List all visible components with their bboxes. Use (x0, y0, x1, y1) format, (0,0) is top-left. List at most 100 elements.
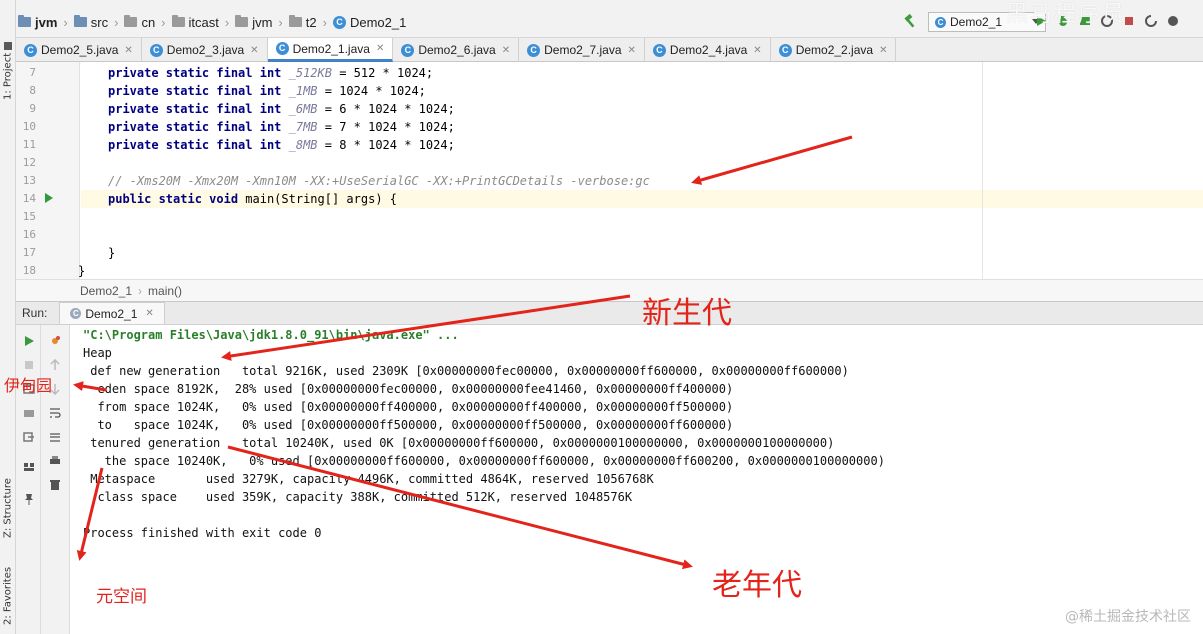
console-line: the space 10240K, 0% used [0x00000000ff6… (83, 454, 885, 468)
close-icon[interactable]: ✕ (376, 43, 384, 54)
code-constant: _6MB (288, 102, 318, 116)
project-tool-label: 1: Project (2, 52, 14, 101)
favorites-tool-label: 2: Favorites (2, 566, 14, 626)
code-constant: _1MB (288, 84, 318, 98)
close-icon[interactable]: ✕ (502, 45, 510, 56)
code-line: private static final int _6MB = 6 * 1024… (108, 102, 455, 116)
structure-tool-tab[interactable]: Z: Structure (0, 470, 16, 546)
console-line: Process finished with exit code 0 (83, 526, 322, 540)
print-icon[interactable] (49, 455, 61, 467)
tab-label: Demo2_6.java (418, 43, 496, 57)
code-keywords: private static final int (108, 84, 289, 98)
class-icon: C (935, 16, 946, 28)
export-icon[interactable] (23, 431, 35, 443)
soft-wrap-icon[interactable] (49, 407, 61, 419)
close-icon[interactable]: ✕ (753, 45, 761, 56)
stop-icon[interactable] (23, 359, 35, 371)
favorites-tool-tab[interactable]: 2: Favorites (0, 560, 16, 632)
chevron-right-icon: › (224, 14, 230, 30)
code-editor[interactable]: 7 8 9 10 11 12 13 14 15 16 17 18 private… (16, 62, 1203, 279)
code-keywords: private static final int (108, 138, 289, 152)
close-icon[interactable]: ✕ (124, 45, 132, 56)
update-icon[interactable] (1144, 14, 1158, 28)
line-number: 9 (29, 102, 36, 115)
code-expression: = 1024 * 1024; (317, 84, 426, 98)
chevron-right-icon: › (278, 14, 283, 30)
pin-icon[interactable] (23, 493, 35, 505)
editor-tab[interactable]: C Demo2_4.java ✕ (645, 38, 771, 62)
close-icon[interactable]: ✕ (879, 45, 887, 56)
run-panel-label: Run: (22, 306, 48, 320)
run-tab[interactable]: C Demo2_1 ✕ (59, 302, 165, 324)
editor-gutter: 7 8 9 10 11 12 13 14 15 16 17 18 (16, 62, 80, 279)
class-icon: C (652, 43, 666, 57)
editor-tab[interactable]: C Demo2_2.java ✕ (771, 38, 897, 62)
folder-icon (18, 15, 31, 27)
editor-breadcrumb: Demo2_1 › main() (16, 279, 1203, 301)
rerun-icon[interactable] (23, 335, 35, 347)
tab-label: Demo2_2.java (795, 43, 874, 57)
run-gutter-icon[interactable] (45, 193, 53, 203)
breadcrumb-item[interactable]: jvm › (18, 15, 68, 30)
class-icon: C (401, 43, 415, 57)
console-line: Metaspace used 3279K, capacity 4496K, co… (83, 472, 654, 486)
arrow-up-icon[interactable] (49, 359, 61, 371)
class-icon: C (778, 43, 792, 57)
run-config-label: Demo2_1 (950, 15, 1003, 29)
breadcrumb-label: src (90, 14, 109, 30)
console-line: Heap (83, 346, 112, 360)
tab-label: Demo2_3.java (166, 43, 245, 57)
main-signature: main(String[] args) { (245, 192, 397, 206)
run-panel-header: Run: C Demo2_1 ✕ (16, 301, 1203, 325)
breadcrumb-item[interactable]: itcast › (171, 14, 230, 30)
line-number: 7 (29, 66, 36, 79)
code-constant: _512KB (288, 66, 332, 80)
editor-tab[interactable]: C Demo2_7.java ✕ (519, 38, 645, 62)
editor-crumb-class[interactable]: Demo2_1 (80, 284, 132, 298)
build-hammer-icon[interactable] (904, 14, 918, 28)
package-icon (235, 15, 249, 27)
code-line: public static void main(String[] args) { (108, 192, 397, 206)
console-line: class space used 359K, capacity 388K, co… (83, 490, 633, 504)
chevron-right-icon: › (322, 14, 327, 30)
code-keywords: private static final int (108, 120, 289, 134)
editor-tab[interactable]: C Demo2_3.java ✕ (142, 38, 268, 62)
layout-icon[interactable] (23, 461, 35, 473)
close-icon[interactable]: ✕ (145, 308, 153, 319)
chevron-right-icon: › (114, 14, 119, 30)
breadcrumb-item[interactable]: jvm › (235, 15, 283, 30)
chevron-right-icon: › (161, 14, 166, 30)
code-line: private static final int _7MB = 7 * 1024… (108, 120, 455, 134)
project-tool-tab[interactable]: 1: Project (0, 40, 16, 102)
tab-label: Demo2_1.java (292, 41, 370, 56)
close-icon[interactable]: ✕ (250, 45, 258, 56)
breadcrumb-item[interactable]: C Demo2_1 (332, 15, 406, 30)
code-keywords: public static void (108, 192, 246, 206)
editor-tab-active[interactable]: C Demo2_1.java ✕ (267, 38, 394, 62)
line-number: 10 (22, 120, 36, 133)
trash-icon[interactable] (49, 479, 61, 491)
camera-icon[interactable] (23, 407, 35, 419)
code-line: private static final int _8MB = 8 * 1024… (108, 138, 455, 152)
site-watermark: @稀土掘金技术社区 (1065, 609, 1191, 625)
chevron-right-icon: › (138, 283, 143, 298)
class-icon: C (149, 43, 163, 57)
breadcrumb-item[interactable]: t2 › (288, 14, 327, 30)
code-expression: = 8 * 1024 * 1024; (317, 138, 455, 152)
editor-crumb-method[interactable]: main() (148, 284, 182, 298)
code-keywords: private static final int (108, 66, 289, 80)
debugger-settings-icon[interactable] (49, 335, 61, 347)
code-line: } (78, 264, 86, 278)
editor-tab[interactable]: C Demo2_5.java ✕ (16, 38, 142, 62)
breadcrumb-item[interactable]: cn › (124, 14, 166, 30)
breadcrumb-label: jvm (35, 14, 58, 30)
editor-tab[interactable]: C Demo2_6.java ✕ (393, 38, 520, 62)
editor-tab-bar: C Demo2_5.java ✕ C Demo2_3.java ✕ C Demo2_1.j… (16, 38, 1203, 62)
console-output[interactable]: "C:\Program Files\Java\jdk1.8.0_91\bin\j… (71, 325, 1203, 634)
close-icon[interactable]: ✕ (628, 45, 636, 56)
vcs-icon[interactable] (1166, 14, 1180, 28)
line-number: 18 (22, 264, 36, 277)
breadcrumb-item[interactable]: src › (73, 14, 119, 30)
package-icon (171, 15, 185, 27)
scroll-to-end-icon[interactable] (49, 431, 61, 443)
